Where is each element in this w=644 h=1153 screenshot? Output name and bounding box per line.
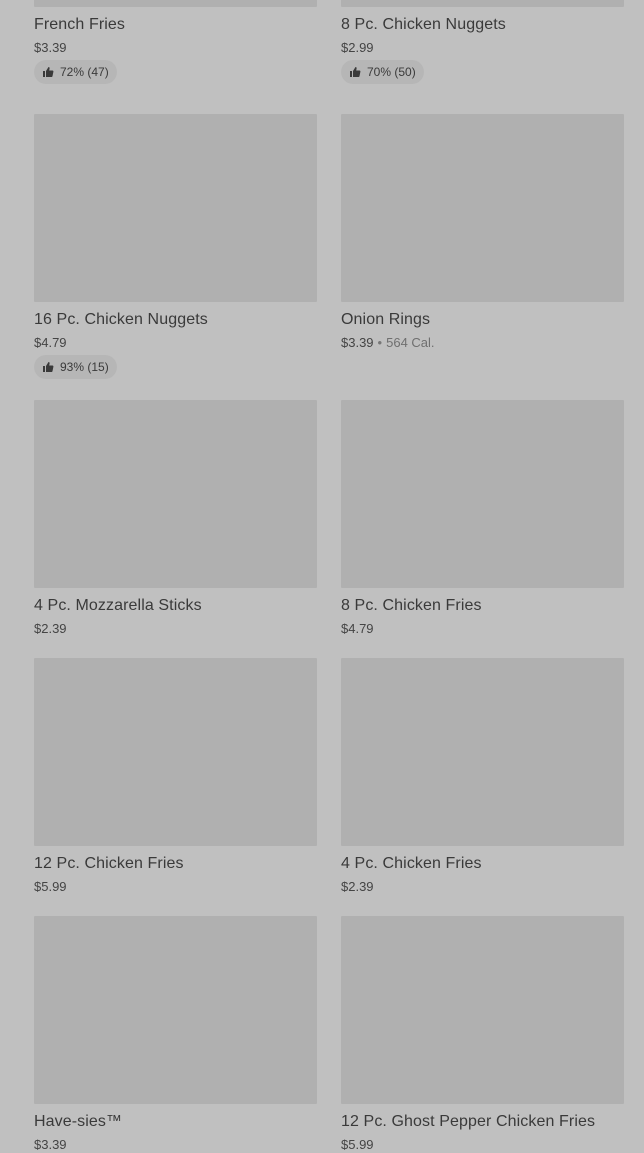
menu-item-name: 4 Pc. Chicken Fries <box>341 855 482 872</box>
menu-item-meta: $4.79 <box>34 335 67 351</box>
menu-item-meta: $4.79 <box>341 621 374 637</box>
rating-badge: 70% (50) <box>341 60 424 84</box>
menu-item-meta: $2.99 <box>341 40 374 56</box>
rating-badge: 72% (47) <box>34 60 117 84</box>
meta-separator: • <box>377 335 383 350</box>
menu-item-price: $5.99 <box>341 1137 374 1152</box>
menu-item-image[interactable] <box>341 916 624 1104</box>
menu-item-meta: $3.39 • 564 Cal. <box>341 335 435 351</box>
menu-item-meta: $3.39 <box>34 40 67 56</box>
menu-item-name: French Fries <box>34 16 125 33</box>
menu-item-image[interactable] <box>341 0 624 7</box>
menu-item-name: 8 Pc. Chicken Nuggets <box>341 16 506 33</box>
rating-text: 70% (50) <box>367 65 416 79</box>
menu-item-price: $4.79 <box>34 335 67 350</box>
menu-item-meta: $5.99 <box>341 1137 374 1153</box>
menu-item-image[interactable] <box>341 114 624 302</box>
menu-item-meta: $3.39 <box>34 1137 67 1153</box>
rating-badge: 93% (15) <box>34 355 117 379</box>
thumbs-up-icon <box>43 362 54 372</box>
menu-item-name: 12 Pc. Chicken Fries <box>34 855 184 872</box>
thumbs-up-icon <box>43 67 54 77</box>
menu-item-price: $2.39 <box>341 879 374 894</box>
thumbs-up-icon <box>350 67 361 77</box>
menu-item-image[interactable] <box>341 400 624 588</box>
menu-item-image[interactable] <box>34 916 317 1104</box>
menu-item-image[interactable] <box>34 658 317 846</box>
menu-item-meta: $5.99 <box>34 879 67 895</box>
menu-item-image[interactable] <box>34 400 317 588</box>
rating-text: 72% (47) <box>60 65 109 79</box>
menu-item-name: 4 Pc. Mozzarella Sticks <box>34 597 202 614</box>
menu-item-price: $5.99 <box>34 879 67 894</box>
menu-item-name: 12 Pc. Ghost Pepper Chicken Fries <box>341 1113 596 1130</box>
menu-item-meta: $2.39 <box>34 621 67 637</box>
menu-item-price: $2.39 <box>34 621 67 636</box>
menu-item-calories: 564 Cal. <box>386 335 435 350</box>
rating-text: 93% (15) <box>60 360 109 374</box>
menu-item-meta: $2.39 <box>341 879 374 895</box>
menu-item-image[interactable] <box>34 0 317 7</box>
menu-item-image[interactable] <box>341 658 624 846</box>
menu-item-price: $2.99 <box>341 40 374 55</box>
menu-item-name: Onion Rings <box>341 311 431 328</box>
menu-grid: French Fries $3.39 72% (47) 8 Pc. Chicke… <box>34 0 624 1152</box>
menu-item-name: 16 Pc. Chicken Nuggets <box>34 311 208 328</box>
menu-item-price: $3.39 <box>34 40 67 55</box>
menu-item-name: Have-sies™ <box>34 1113 123 1130</box>
menu-item-price: $3.39 <box>341 335 374 350</box>
menu-item-price: $4.79 <box>341 621 374 636</box>
menu-item-name: 8 Pc. Chicken Fries <box>341 597 482 614</box>
menu-item-image[interactable] <box>34 114 317 302</box>
menu-item-price: $3.39 <box>34 1137 67 1152</box>
